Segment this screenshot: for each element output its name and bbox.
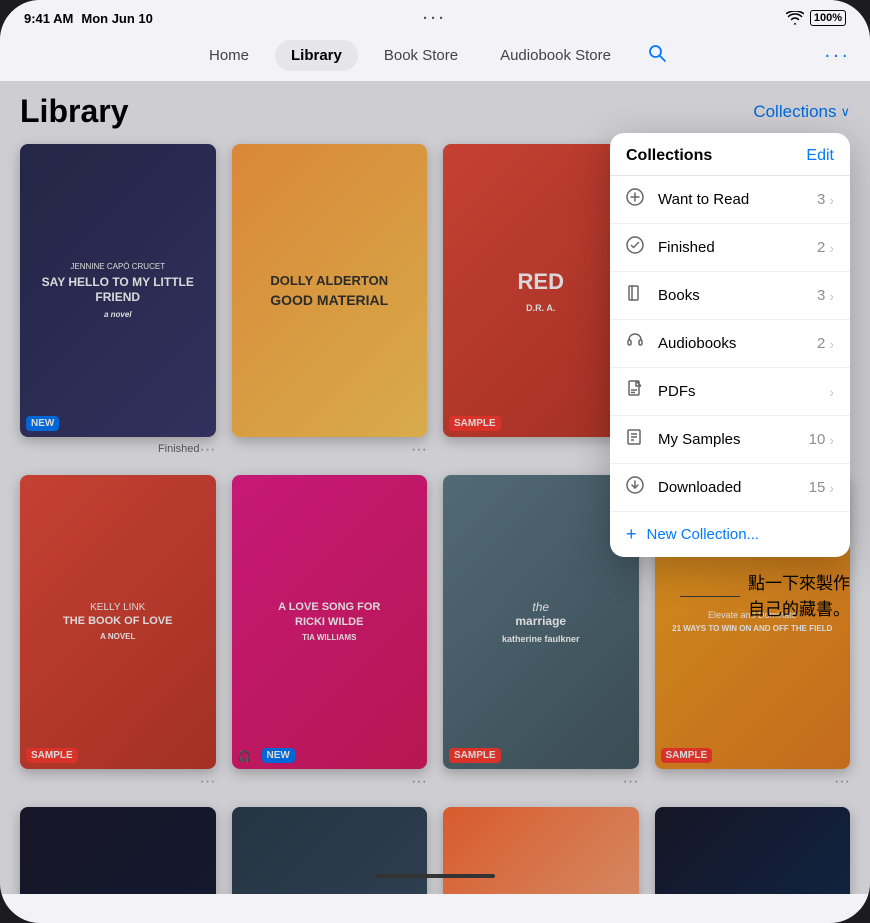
new-collection-button[interactable]: + New Collection...	[610, 512, 850, 557]
my-samples-icon	[626, 428, 648, 451]
collection-count-my-samples: 10	[809, 431, 826, 448]
collections-dropdown: Collections Edit Want to Read 3 ›	[610, 133, 850, 557]
chevron-right-icon: ›	[829, 240, 834, 256]
chevron-right-icon: ›	[829, 384, 834, 400]
collection-count-books: 3	[817, 287, 825, 304]
status-dots: ···	[423, 10, 447, 27]
nav-tab-home[interactable]: Home	[193, 40, 265, 71]
collection-item-pdfs[interactable]: PDFs ›	[610, 368, 850, 416]
collection-item-audiobooks[interactable]: Audiobooks 2 ›	[610, 320, 850, 368]
chevron-right-icon: ›	[829, 192, 834, 208]
search-button[interactable]	[637, 36, 677, 75]
pdfs-icon	[626, 380, 648, 403]
chevron-right-icon: ›	[829, 288, 834, 304]
collection-name-audiobooks: Audiobooks	[658, 335, 817, 352]
collection-name-pdfs: PDFs	[658, 383, 825, 400]
collection-name-downloaded: Downloaded	[658, 479, 809, 496]
wifi-icon	[786, 11, 804, 25]
nav-bar: Home Library Book Store Audiobook Store …	[0, 30, 870, 81]
collections-dropdown-title: Collections	[626, 147, 712, 165]
new-collection-label: New Collection...	[647, 526, 760, 543]
ipad-frame: 9:41 AM Mon Jun 10 ··· 100% Home Library…	[0, 0, 870, 923]
collection-name-finished: Finished	[658, 239, 817, 256]
annotation-container: 點一下來製作 自己的藏書。	[680, 571, 850, 622]
main-content: Library Collections ∨ JENNINE CAPÓ CRUCE…	[0, 81, 870, 894]
home-indicator	[375, 874, 495, 878]
collection-count-finished: 2	[817, 239, 825, 256]
want-to-read-icon	[626, 188, 648, 211]
audiobooks-icon	[626, 332, 648, 355]
collection-item-downloaded[interactable]: Downloaded 15 ›	[610, 464, 850, 512]
collection-item-books[interactable]: Books 3 ›	[610, 272, 850, 320]
collection-count-downloaded: 15	[809, 479, 826, 496]
collections-dropdown-header: Collections Edit	[610, 133, 850, 176]
search-icon	[647, 43, 667, 63]
annotation-line	[680, 596, 740, 597]
collection-count-audiobooks: 2	[817, 335, 825, 352]
plus-icon: +	[626, 524, 637, 545]
more-button[interactable]: ···	[824, 44, 850, 67]
collection-count-want-to-read: 3	[817, 191, 825, 208]
books-icon	[626, 284, 648, 307]
collection-name-my-samples: My Samples	[658, 431, 809, 448]
nav-tab-bookstore[interactable]: Book Store	[368, 40, 474, 71]
collections-edit-button[interactable]: Edit	[806, 147, 834, 165]
finished-icon	[626, 236, 648, 259]
status-right: 100%	[786, 10, 846, 26]
chevron-right-icon: ›	[829, 432, 834, 448]
nav-tab-audiobookstore[interactable]: Audiobook Store	[484, 40, 627, 71]
status-time: 9:41 AM	[24, 11, 73, 26]
downloaded-icon	[626, 476, 648, 499]
collection-item-my-samples[interactable]: My Samples 10 ›	[610, 416, 850, 464]
chevron-right-icon: ›	[829, 480, 834, 496]
status-bar: 9:41 AM Mon Jun 10 ··· 100%	[0, 0, 870, 30]
collection-name-books: Books	[658, 287, 817, 304]
annotation-text: 點一下來製作 自己的藏書。	[748, 571, 850, 622]
collection-item-finished[interactable]: Finished 2 ›	[610, 224, 850, 272]
chevron-right-icon: ›	[829, 336, 834, 352]
collection-name-want-to-read: Want to Read	[658, 191, 817, 208]
battery-icon: 100%	[810, 10, 846, 26]
collection-item-want-to-read[interactable]: Want to Read 3 ›	[610, 176, 850, 224]
status-date: Mon Jun 10	[81, 11, 153, 26]
nav-tab-library[interactable]: Library	[275, 40, 358, 71]
